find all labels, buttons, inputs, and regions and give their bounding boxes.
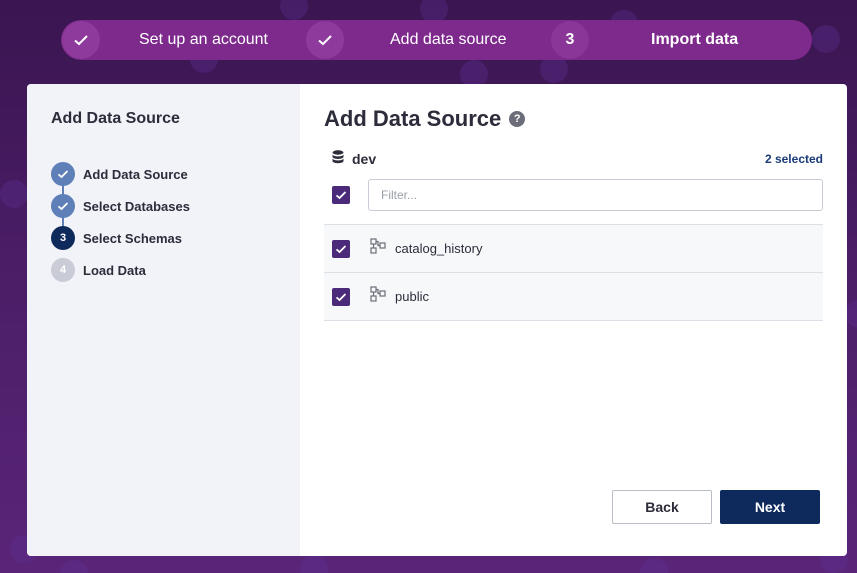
check-icon xyxy=(51,194,75,218)
wizard-step-1: Set up an account xyxy=(62,20,268,60)
sidebar-steps: Add Data Source Select Databases 3 Selec… xyxy=(51,158,276,286)
next-button[interactable]: Next xyxy=(720,490,820,524)
schema-list: catalog_history public xyxy=(324,224,823,321)
step-number: 3 xyxy=(51,226,75,250)
sidebar-title: Add Data Source xyxy=(51,110,180,127)
sidebar: Add Data Source Add Data Source Select D… xyxy=(27,84,300,556)
sidebar-step-select-schemas: 3 Select Schemas xyxy=(51,222,276,254)
schema-checkbox[interactable] xyxy=(332,287,350,306)
wizard-step-number: 3 xyxy=(551,21,589,59)
sidebar-step-load-data: 4 Load Data xyxy=(51,254,276,286)
schema-name: public xyxy=(395,289,429,304)
check-icon xyxy=(306,21,344,59)
filter-row xyxy=(324,179,823,211)
wizard-step-3: 3 Import data xyxy=(551,20,738,60)
page-title: Add Data Source xyxy=(324,106,502,131)
select-all-checkbox[interactable] xyxy=(332,186,350,204)
schema-icon xyxy=(370,286,386,307)
schema-name: catalog_history xyxy=(395,241,483,256)
wizard-step-label: Set up an account xyxy=(139,31,268,48)
add-data-source-dialog: Add Data Source Add Data Source Select D… xyxy=(27,84,847,556)
check-icon xyxy=(51,162,75,186)
sidebar-step-label: Select Schemas xyxy=(83,230,183,246)
wizard-step-2: Add data source xyxy=(306,20,507,60)
list-item[interactable]: catalog_history xyxy=(324,225,823,273)
wizard-step-label: Add data source xyxy=(390,31,507,48)
sidebar-step-add-data-source: Add Data Source xyxy=(51,158,276,190)
sidebar-step-label: Load Data xyxy=(83,262,146,278)
step-number: 4 xyxy=(51,258,75,282)
dialog-actions: Back Next xyxy=(612,490,820,524)
schema-checkbox[interactable] xyxy=(332,239,350,258)
filter-input[interactable] xyxy=(368,179,823,211)
list-item[interactable]: public xyxy=(324,273,823,321)
database-header: dev 2 selected xyxy=(324,150,823,167)
page-title-row: Add Data Source ? xyxy=(324,106,823,132)
back-button[interactable]: Back xyxy=(612,490,712,524)
wizard-progress: Set up an account Add data source 3 Impo… xyxy=(61,20,812,60)
wizard-step-label: Import data xyxy=(651,31,739,48)
check-icon xyxy=(62,21,100,59)
database-name: dev xyxy=(352,150,377,167)
database-icon xyxy=(332,150,344,167)
sidebar-step-select-databases: Select Databases xyxy=(51,190,276,222)
selected-count: 2 selected xyxy=(764,151,823,166)
database-name-group: dev xyxy=(332,150,376,167)
schema-icon xyxy=(370,238,386,259)
sidebar-step-label: Select Databases xyxy=(83,198,190,214)
main-panel: Add Data Source ? dev 2 selected Filter.… xyxy=(300,84,847,556)
question-mark-icon[interactable]: ? xyxy=(509,111,526,127)
sidebar-step-label: Add Data Source xyxy=(83,166,188,182)
